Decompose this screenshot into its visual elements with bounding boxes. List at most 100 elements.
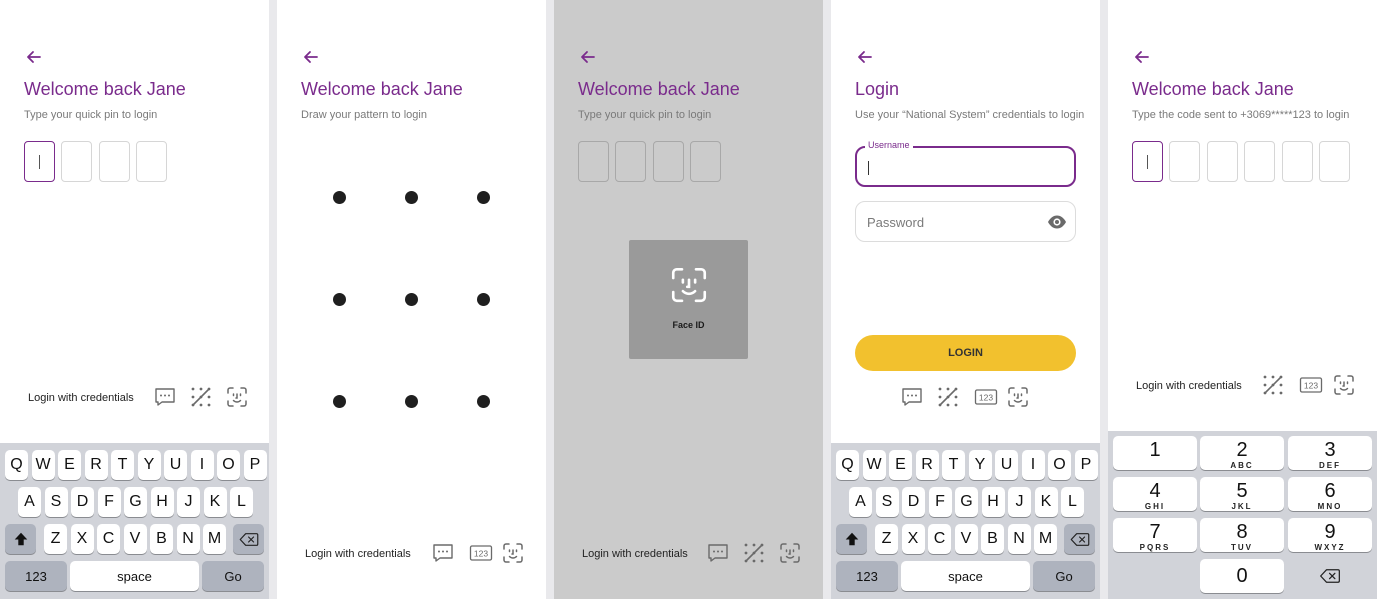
pattern-dot[interactable] — [477, 293, 490, 306]
key-z[interactable]: Z — [44, 524, 67, 554]
otp-digit-6[interactable] — [1319, 141, 1350, 182]
login-with-credentials-link[interactable]: Login with credentials — [305, 548, 411, 560]
face-id-icon[interactable] — [1006, 385, 1030, 409]
key-x[interactable]: X — [901, 524, 925, 554]
face-id-icon[interactable] — [1332, 373, 1356, 397]
arrow-left-icon[interactable] — [855, 47, 875, 67]
pattern-dot[interactable] — [333, 293, 346, 306]
numpad-key-1[interactable]: 1 — [1113, 436, 1197, 470]
pin-digit-1[interactable] — [24, 141, 55, 182]
key-b[interactable]: B — [981, 524, 1004, 554]
password-field[interactable]: Password — [855, 201, 1076, 242]
key-j[interactable]: J — [177, 487, 200, 517]
key-r[interactable]: R — [915, 450, 939, 480]
numpad-key-3[interactable]: 3 DEF — [1288, 436, 1372, 470]
key-b[interactable]: B — [150, 524, 173, 554]
go-key[interactable]: Go — [1033, 561, 1095, 591]
arrow-left-icon[interactable] — [301, 47, 321, 67]
key-y[interactable]: Y — [137, 450, 161, 480]
numpad-backspace-key[interactable] — [1288, 559, 1372, 593]
key-q[interactable]: Q — [836, 450, 859, 480]
arrow-left-icon[interactable] — [24, 47, 44, 67]
key-v[interactable]: V — [123, 524, 147, 554]
key-l[interactable]: L — [1061, 487, 1084, 517]
key-g[interactable]: G — [955, 487, 978, 517]
pin-digit-2[interactable] — [61, 141, 92, 182]
otp-digit-5[interactable] — [1282, 141, 1313, 182]
face-id-icon[interactable] — [778, 541, 802, 565]
login-button[interactable]: LOGIN — [855, 335, 1076, 371]
pin-digit-3[interactable] — [653, 141, 684, 182]
key-v[interactable]: V — [954, 524, 978, 554]
pattern-icon[interactable] — [742, 541, 766, 565]
pattern-dot[interactable] — [405, 395, 418, 408]
pattern-dot[interactable] — [333, 395, 346, 408]
pin-123-icon[interactable] — [1299, 373, 1323, 397]
eye-icon[interactable] — [1047, 213, 1067, 231]
key-d[interactable]: D — [71, 487, 94, 517]
numpad-key-9[interactable]: 9 WXYZ — [1288, 518, 1372, 552]
numpad-key-4[interactable]: 4 GHI — [1113, 477, 1197, 511]
key-w[interactable]: W — [31, 450, 55, 480]
pattern-dot[interactable] — [477, 191, 490, 204]
numpad-key-2[interactable]: 2 ABC — [1200, 436, 1284, 470]
pin-123-icon[interactable] — [974, 385, 998, 409]
key-p[interactable]: P — [1074, 450, 1098, 480]
key-l[interactable]: L — [230, 487, 253, 517]
backspace-key[interactable] — [233, 524, 264, 554]
key-e[interactable]: E — [889, 450, 912, 480]
login-with-credentials-link[interactable]: Login with credentials — [582, 548, 688, 560]
key-j[interactable]: J — [1008, 487, 1031, 517]
key-o[interactable]: O — [1048, 450, 1071, 480]
key-t[interactable]: T — [111, 450, 134, 480]
message-icon[interactable] — [153, 385, 177, 409]
pin-digit-1[interactable] — [578, 141, 609, 182]
key-c[interactable]: C — [97, 524, 120, 554]
space-key[interactable]: space — [70, 561, 199, 591]
pin-digit-3[interactable] — [99, 141, 130, 182]
key-t[interactable]: T — [942, 450, 965, 480]
key-d[interactable]: D — [902, 487, 925, 517]
shift-key[interactable] — [5, 524, 36, 554]
numpad-key-5[interactable]: 5 JKL — [1200, 477, 1284, 511]
key-q[interactable]: Q — [5, 450, 28, 480]
key-a[interactable]: A — [18, 487, 41, 517]
key-h[interactable]: H — [981, 487, 1005, 517]
space-key[interactable]: space — [901, 561, 1030, 591]
numpad-key-0[interactable]: 0 — [1200, 559, 1284, 593]
key-c[interactable]: C — [928, 524, 951, 554]
login-with-credentials-link[interactable]: Login with credentials — [1136, 380, 1242, 392]
message-icon[interactable] — [900, 385, 924, 409]
numpad-key-8[interactable]: 8 TUV — [1200, 518, 1284, 552]
key-h[interactable]: H — [150, 487, 174, 517]
shift-key[interactable] — [836, 524, 867, 554]
message-icon[interactable] — [431, 541, 455, 565]
pattern-dot[interactable] — [477, 395, 490, 408]
key-u[interactable]: U — [164, 450, 187, 480]
key-x[interactable]: X — [70, 524, 94, 554]
key-f[interactable]: F — [97, 487, 121, 517]
arrow-left-icon[interactable] — [1132, 47, 1152, 67]
key-y[interactable]: Y — [968, 450, 992, 480]
pattern-icon[interactable] — [1261, 373, 1285, 397]
numbers-key[interactable]: 123 — [836, 561, 898, 591]
pattern-icon[interactable] — [936, 385, 960, 409]
key-i[interactable]: I — [1021, 450, 1045, 480]
key-r[interactable]: R — [84, 450, 108, 480]
key-n[interactable]: N — [176, 524, 200, 554]
otp-digit-4[interactable] — [1244, 141, 1275, 182]
key-s[interactable]: S — [875, 487, 899, 517]
key-u[interactable]: U — [995, 450, 1018, 480]
key-w[interactable]: W — [862, 450, 886, 480]
otp-digit-1[interactable] — [1132, 141, 1163, 182]
username-field[interactable]: Username — [855, 140, 1076, 187]
key-p[interactable]: P — [243, 450, 267, 480]
key-a[interactable]: A — [849, 487, 872, 517]
face-id-icon[interactable] — [225, 385, 249, 409]
go-key[interactable]: Go — [202, 561, 264, 591]
key-o[interactable]: O — [217, 450, 240, 480]
pattern-icon[interactable] — [189, 385, 213, 409]
message-icon[interactable] — [706, 541, 730, 565]
key-e[interactable]: E — [58, 450, 81, 480]
pin-digit-4[interactable] — [136, 141, 167, 182]
